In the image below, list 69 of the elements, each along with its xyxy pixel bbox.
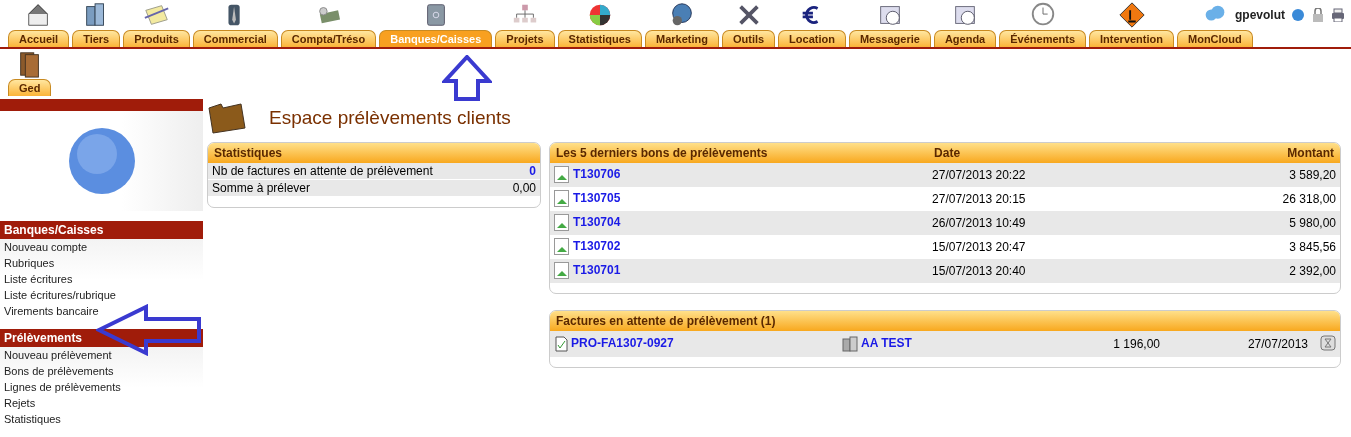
menu-tab[interactable]: Ged <box>8 79 52 96</box>
printer-icon[interactable] <box>1331 8 1345 22</box>
table-cell: Nb de factures en attente de prélèvement <box>208 163 500 180</box>
column-header: Date <box>928 143 1237 163</box>
folder-icon <box>207 102 247 134</box>
menu-tab[interactable]: Agenda <box>933 30 997 47</box>
table-cell: 15/07/2013 20:40 <box>928 259 1237 283</box>
lock-icon[interactable] <box>1311 8 1325 22</box>
menu-link[interactable]: Liste écritures <box>0 271 77 287</box>
menu-tab[interactable]: Compta/Tréso <box>280 30 377 47</box>
invoice-icon <box>554 336 568 352</box>
hourglass-icon <box>1320 334 1336 351</box>
menu-link[interactable]: Statistiques <box>0 411 65 427</box>
table-cell: 27/07/2013 <box>1164 331 1312 357</box>
menu-link[interactable]: Nouveau prélèvement <box>0 347 116 363</box>
table-cell: 27/07/2013 20:22 <box>928 163 1237 187</box>
menu-tab[interactable]: Messagerie <box>848 30 931 47</box>
menu-tab[interactable]: Produits <box>123 30 190 47</box>
menu-tab[interactable]: Tiers <box>72 30 121 47</box>
order-link[interactable]: T130702 <box>573 239 621 254</box>
column-header: Montant <box>1236 143 1340 163</box>
broken-image-icon <box>554 190 570 208</box>
broken-image-icon <box>554 262 570 280</box>
menu-link[interactable]: Bons de prélèvements <box>0 363 118 379</box>
logo-icon <box>66 126 137 196</box>
broken-image-icon <box>554 166 570 184</box>
page-title: Espace prélèvements clients <box>269 107 511 129</box>
username: gpevolut <box>1235 8 1285 22</box>
count-link[interactable]: 0 <box>529 164 536 178</box>
arrow-annotation <box>442 55 492 101</box>
table-cell: 15/07/2013 20:47 <box>928 235 1237 259</box>
broken-image-icon <box>554 238 570 256</box>
menu-tab[interactable]: Location <box>778 30 846 47</box>
company-link[interactable]: AA TEST <box>861 336 912 351</box>
roadwork-sign-icon[interactable] <box>1117 1 1146 29</box>
menu-tab[interactable]: Outils <box>721 30 776 47</box>
table-cell: 26 318,00 <box>1236 187 1340 211</box>
table-cell: 1 196,00 <box>1046 331 1164 357</box>
menu-link[interactable]: Rejets <box>0 395 40 411</box>
table-cell: 27/07/2013 20:15 <box>928 187 1237 211</box>
menu-heading[interactable]: Banques/Caisses <box>0 221 203 239</box>
order-link[interactable]: T130705 <box>573 191 621 206</box>
buildings-icon <box>842 336 858 352</box>
menu-tab[interactable]: Commercial <box>192 30 278 47</box>
table-header: Factures en attente de prélèvement (1) <box>550 311 1340 331</box>
order-link[interactable]: T130706 <box>573 167 621 182</box>
order-link[interactable]: T130701 <box>573 263 621 278</box>
menu-tab[interactable]: Accueil <box>8 30 70 47</box>
order-link[interactable]: T130704 <box>573 215 621 230</box>
menu-tab[interactable]: Intervention <box>1089 30 1174 47</box>
menu-tab[interactable]: Événements <box>999 30 1087 47</box>
menu-tab[interactable]: Marketing <box>644 30 719 47</box>
column-header: Les 5 derniers bons de prélèvements <box>550 143 929 163</box>
menu-tab[interactable]: Statistiques <box>557 30 642 47</box>
menu-tab[interactable]: MonCloud <box>1177 30 1253 47</box>
table-cell: 2 392,00 <box>1236 259 1340 283</box>
table-cell: 3 845,56 <box>1236 235 1340 259</box>
menu-link[interactable]: Virements bancaire <box>0 303 103 319</box>
menu-link[interactable]: Lignes de prélèvements <box>0 379 125 395</box>
menu-tab[interactable]: Projets <box>495 30 555 47</box>
table-cell: 3 589,20 <box>1236 163 1340 187</box>
table-header: Statistiques <box>208 143 540 163</box>
table-cell: 26/07/2013 10:49 <box>928 211 1237 235</box>
broken-image-icon <box>554 214 570 232</box>
globe-icon[interactable] <box>1291 8 1305 22</box>
menu-link[interactable]: Liste écritures/rubrique <box>0 287 120 303</box>
table-cell: 5 980,00 <box>1236 211 1340 235</box>
menu-link[interactable]: Nouveau compte <box>0 239 92 255</box>
menu-link[interactable]: Rubriques <box>0 255 59 271</box>
